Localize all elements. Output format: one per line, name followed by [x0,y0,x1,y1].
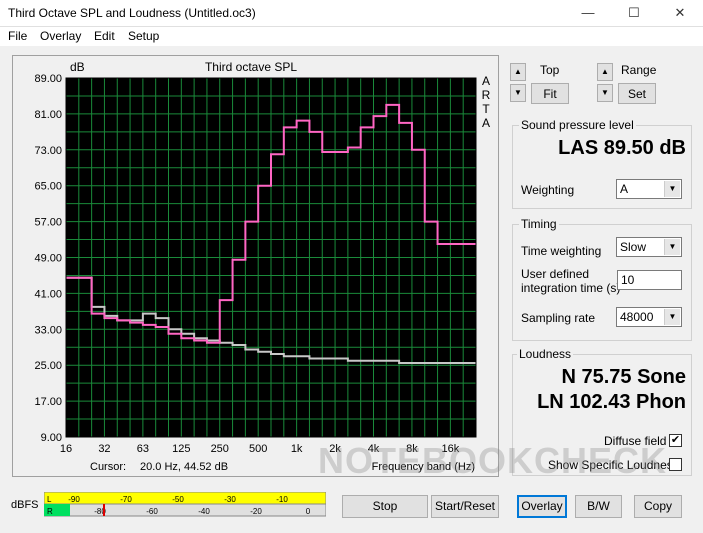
y-tick-label: 89.00 [34,73,62,85]
dbfs-label: dBFS [11,499,39,511]
loudness-sone: N 75.75 Sone [561,366,686,388]
sampling-rate-select[interactable]: 48000 ▼ [616,307,682,327]
y-tick-label: 81.00 [34,109,62,121]
meter-channel-r: R [47,507,53,516]
fit-button[interactable]: Fit [531,83,569,104]
range-label: Range [621,63,657,77]
chart-title: Third octave SPL [205,60,297,74]
diffuse-field-checkbox[interactable]: ✔ [669,434,682,447]
menu-file[interactable]: File [8,29,27,43]
spl-chart[interactable]: 89.00 81.00 73.00 65.00 57.00 49.00 41.00 33.00… [13,56,498,476]
x-tick-label: 16 [60,443,72,455]
y-tick-label: 57.00 [34,217,62,229]
menu-edit[interactable]: Edit [94,29,115,43]
meter-right-bar [44,503,326,517]
x-tick-label: 1k [291,443,303,455]
chevron-down-icon: ▼ [664,181,680,197]
y-tick-label: 17.00 [34,396,62,408]
meter-tick-label: -60 [146,507,158,516]
start-reset-button[interactable]: Start/Reset [431,495,499,518]
weighting-value: A [620,182,629,196]
x-tick-label: 63 [137,443,149,455]
meter-tick-label: -20 [250,507,262,516]
maximize-icon[interactable]: ☐ [611,0,657,26]
meter-tick-label: -70 [120,495,132,504]
brand-letter: A [482,116,490,130]
y-axis-label: dB [70,60,85,74]
y-tick-label: 25.00 [34,360,62,372]
x-tick-label: 250 [211,443,229,455]
spl-group-title: Sound pressure level [519,118,636,132]
chevron-down-icon: ▼ [664,309,680,325]
bw-button[interactable]: B/W [575,495,622,518]
meter-tick-label: 0 [306,507,311,516]
meter-tick-label: -90 [68,495,80,504]
meter-channel-l: L [47,495,52,504]
range-down-button[interactable]: ▼ [597,84,613,102]
y-tick-label: 9.00 [41,432,62,444]
spl-value: LAS 89.50 dB [558,137,686,159]
meter-tick-label: -10 [276,495,288,504]
menu-overlay[interactable]: Overlay [40,29,81,43]
x-tick-label: 32 [98,443,110,455]
x-tick-label: 125 [172,443,190,455]
meter-tick-label: -30 [224,495,236,504]
integration-label-2: integration time (s) [521,281,621,295]
copy-button[interactable]: Copy [634,495,682,518]
menu-bar: File Overlay Edit Setup [0,27,703,46]
timing-group-title: Timing [519,217,559,231]
cursor-label: Cursor: [90,461,126,473]
range-up-button[interactable]: ▲ [597,63,613,81]
sampling-rate-value: 48000 [620,310,654,324]
menu-setup[interactable]: Setup [128,29,159,43]
y-tick-label: 33.00 [34,324,62,336]
meter-tick-label: -50 [172,495,184,504]
overlay-button[interactable]: Overlay [517,495,567,518]
level-meter: LR-90 -70 -50 -30 -10-80 -60 -40 -20 0 [44,492,326,517]
integration-time-input[interactable] [617,270,682,290]
weighting-select[interactable]: A ▼ [616,179,682,199]
x-tick-label: 500 [249,443,267,455]
minimize-icon[interactable]: — [565,0,611,26]
window-title: Third Octave SPL and Loudness (Untitled.… [8,6,256,20]
brand-letter: T [482,102,490,116]
brand-letter: A [482,74,490,88]
y-tick-label: 73.00 [34,145,62,157]
time-weighting-value: Slow [620,240,647,254]
watermark: NOTEBOOKCHECK [318,440,668,481]
stop-button[interactable]: Stop [342,495,428,518]
loudness-phon: LN 102.43 Phon [537,391,686,413]
time-weighting-label: Time weighting [521,244,602,258]
top-down-button[interactable]: ▼ [510,84,526,102]
top-label: Top [540,63,560,77]
top-up-button[interactable]: ▲ [510,63,526,81]
title-bar: Third Octave SPL and Loudness (Untitled.… [0,0,703,27]
time-weighting-select[interactable]: Slow ▼ [616,237,682,257]
loudness-group-title: Loudness [517,347,574,361]
brand-letter: R [482,88,491,102]
chart-panel: 89.00 81.00 73.00 65.00 57.00 49.00 41.00 33.00… [12,55,499,477]
close-icon[interactable]: ✕ [657,0,703,26]
meter-tick-label: -40 [198,507,210,516]
weighting-label: Weighting [521,183,575,197]
chevron-down-icon: ▼ [664,239,680,255]
set-button[interactable]: Set [618,83,656,104]
sampling-rate-label: Sampling rate [521,311,596,325]
y-tick-label: 41.00 [34,288,62,300]
specific-loudness-checkbox[interactable] [669,458,682,471]
cursor-value: 20.0 Hz, 44.52 dB [140,461,228,473]
y-tick-label: 65.00 [34,181,62,193]
y-tick-label: 49.00 [34,253,62,265]
integration-label-1: User defined [521,267,590,281]
